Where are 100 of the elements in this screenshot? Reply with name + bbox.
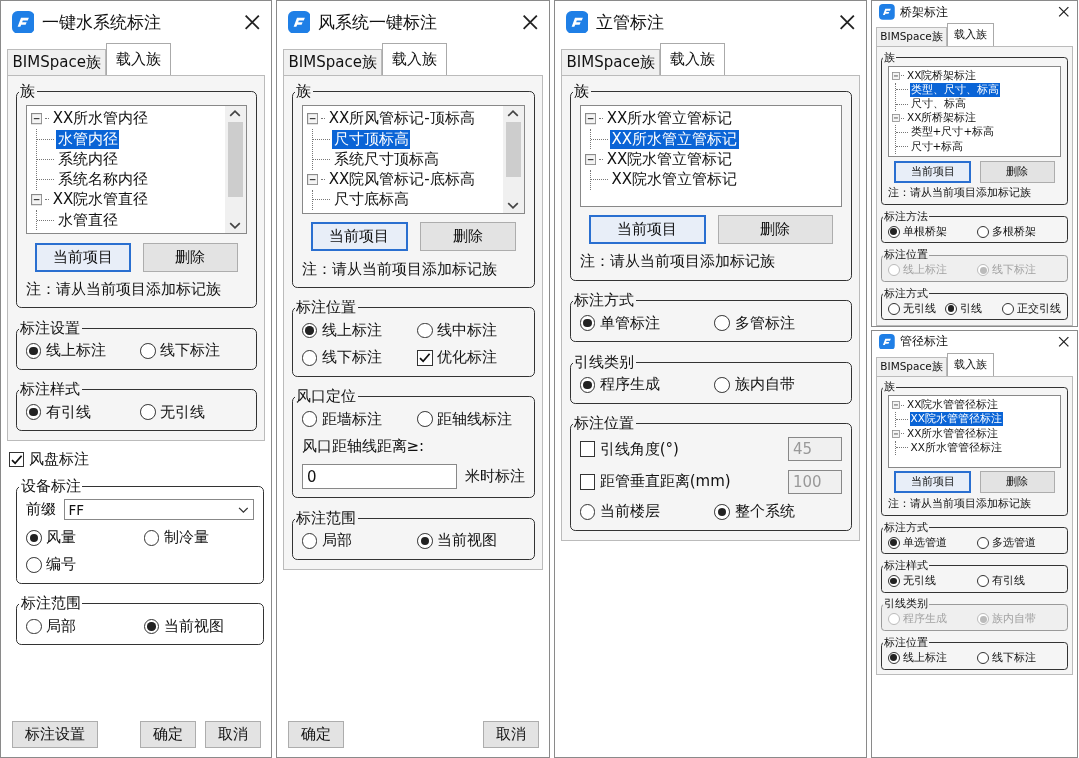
radio-button[interactable]: 编号 <box>26 555 254 575</box>
tree-item[interactable]: 水管内径 <box>56 129 119 149</box>
radio-button[interactable]: 多管标注 <box>714 313 842 333</box>
tree-view[interactable]: XX院水管管径标注 XX院水管管径标注 XX所水管管径标注 XX所水管管径标注 <box>887 395 1062 468</box>
dialog-button[interactable]: 确定 <box>287 721 344 748</box>
caret-icon[interactable] <box>229 108 242 118</box>
dropdown[interactable]: FF <box>63 499 254 520</box>
radio-button[interactable]: 局部 <box>301 531 410 551</box>
radio-button[interactable]: 线上标注 <box>301 321 410 340</box>
tree-view[interactable]: XX院桥架标注 类型、尺寸、标高 尺寸、标高 XX所桥架标注 类型+尺寸+标高 尺寸+标高 <box>887 65 1062 157</box>
tree-item[interactable]: XX所水管立管标记 <box>610 129 739 149</box>
tree-item[interactable]: XX所风管标记-顶标高 <box>327 109 477 129</box>
button[interactable]: 删除 <box>143 242 238 272</box>
tree-item[interactable]: XX院风管标记-底标高 <box>327 170 477 190</box>
tree-item[interactable]: XX院水管管径标注 <box>909 412 1004 427</box>
close-icon[interactable] <box>244 13 261 31</box>
tree-item[interactable]: XX所水管管径标注 <box>905 426 1000 441</box>
checkbox[interactable]: 距管垂直距离(mm) <box>579 472 780 492</box>
collapse-icon[interactable] <box>585 153 597 165</box>
tree-item[interactable]: 系统名称内径 <box>56 170 149 190</box>
button[interactable]: 当前项目 <box>893 471 972 494</box>
caret-icon[interactable] <box>507 108 520 118</box>
tree-item[interactable]: 系统内径 <box>56 149 119 169</box>
radio-button[interactable]: 多根桥架 <box>977 224 1062 239</box>
collapse-icon[interactable] <box>31 194 43 206</box>
button[interactable]: 删除 <box>717 215 833 244</box>
radio-button[interactable]: 程序生成 <box>579 375 707 395</box>
tree-item[interactable]: XX院桥架标注 <box>905 68 978 83</box>
radio-button[interactable]: 线下标注 <box>301 348 410 368</box>
tree-item[interactable]: 水管直径 <box>56 210 119 230</box>
collapse-icon[interactable] <box>585 113 597 125</box>
input-field[interactable]: 0 <box>301 464 457 489</box>
radio-button[interactable]: 风量 <box>26 528 136 548</box>
tab[interactable]: BIMSpace族 <box>561 49 661 75</box>
radio-button[interactable]: 制冷量 <box>143 528 254 548</box>
tree-item[interactable]: 类型、尺寸、标高 <box>909 82 1000 97</box>
tab[interactable]: 载入族 <box>946 23 995 47</box>
dialog-button[interactable]: 取消 <box>482 721 539 748</box>
checkbox[interactable]: 引线角度(°) <box>579 439 780 459</box>
button[interactable]: 当前项目 <box>893 160 972 183</box>
close-icon[interactable] <box>522 13 539 31</box>
tab[interactable]: BIMSpace族 <box>876 356 947 376</box>
tab[interactable]: 载入族 <box>660 43 726 75</box>
radio-button[interactable]: 距轴线标注 <box>416 409 525 429</box>
tree-item[interactable]: XX院水管立管标记 <box>610 170 739 190</box>
radio-button[interactable]: 正交引线 <box>1002 301 1062 316</box>
radio-button[interactable]: 族内自带 <box>714 375 842 395</box>
tree-item[interactable]: 系统尺寸顶标高 <box>332 149 440 169</box>
tree-item[interactable]: XX所水管立管标记 <box>605 109 734 129</box>
radio-button[interactable]: 无引线 <box>139 402 247 422</box>
tab[interactable]: BIMSpace族 <box>283 49 383 75</box>
close-icon[interactable] <box>1058 335 1070 348</box>
scrollbar[interactable] <box>503 105 524 213</box>
collapse-icon[interactable] <box>307 174 319 186</box>
tree-item[interactable]: XX所水管管径标注 <box>909 440 1004 455</box>
radio-button[interactable]: 多选管道 <box>977 535 1062 550</box>
tree-item[interactable]: XX院水管管径标注 <box>905 398 1000 413</box>
checkbox[interactable]: 优化标注 <box>416 348 525 368</box>
caret-icon[interactable] <box>507 201 520 210</box>
collapse-icon[interactable] <box>307 113 319 125</box>
tab[interactable]: BIMSpace族 <box>7 49 107 75</box>
tree-item[interactable]: 尺寸顶标高 <box>332 129 410 149</box>
button[interactable]: 当前项目 <box>310 222 408 252</box>
caret-icon[interactable] <box>229 221 242 231</box>
tree-view[interactable]: XX所风管标记-顶标高 尺寸顶标高 系统尺寸顶标高 XX院风管标记-底标高 尺寸底标高 <box>301 104 525 214</box>
radio-button[interactable]: 有引线 <box>977 574 1062 588</box>
radio-button[interactable]: 当前楼层 <box>579 502 707 522</box>
tree-item[interactable]: XX所水管内径 <box>51 109 150 129</box>
collapse-icon[interactable] <box>31 113 43 125</box>
tree-item[interactable]: 类型+尺寸+标高 <box>909 125 996 140</box>
radio-button[interactable]: 有引线 <box>25 402 133 422</box>
tab[interactable]: 载入族 <box>946 352 995 376</box>
radio-button[interactable]: 无引线 <box>887 301 940 316</box>
radio-button[interactable]: 线上标注 <box>25 341 133 361</box>
radio-button[interactable]: 整个系统 <box>714 502 842 522</box>
radio-button[interactable]: 单根桥架 <box>887 224 972 239</box>
radio-button[interactable]: 局部 <box>26 616 136 636</box>
close-icon[interactable] <box>839 13 856 31</box>
scrollbar[interactable] <box>225 105 246 234</box>
tree-item[interactable]: 尺寸底标高 <box>332 190 410 210</box>
tree-item[interactable]: 尺寸+标高 <box>909 139 965 154</box>
tree-item[interactable]: XX院水管直径 <box>51 190 150 210</box>
radio-button[interactable]: 线下标注 <box>977 650 1062 665</box>
radio-button[interactable]: 当前视图 <box>416 531 525 551</box>
tree-item[interactable]: XX所桥架标注 <box>905 111 978 126</box>
checkbox[interactable]: 风盘标注 <box>8 450 264 469</box>
radio-button[interactable]: 线上标注 <box>887 650 972 665</box>
tab[interactable]: 载入族 <box>382 43 448 75</box>
dialog-button[interactable]: 取消 <box>204 721 261 748</box>
button[interactable]: 删除 <box>979 471 1056 494</box>
radio-button[interactable]: 单选管道 <box>887 535 972 550</box>
dialog-button[interactable]: 标注设置 <box>11 721 98 748</box>
radio-button[interactable]: 线中标注 <box>416 321 525 340</box>
button[interactable]: 删除 <box>979 160 1056 183</box>
tree-item[interactable]: XX院水管立管标记 <box>605 149 734 169</box>
radio-button[interactable]: 距墙标注 <box>301 409 410 429</box>
button[interactable]: 当前项目 <box>588 215 706 244</box>
radio-button[interactable]: 当前视图 <box>143 616 254 636</box>
radio-button[interactable]: 引线 <box>944 301 997 316</box>
tab[interactable]: 载入族 <box>106 43 172 75</box>
